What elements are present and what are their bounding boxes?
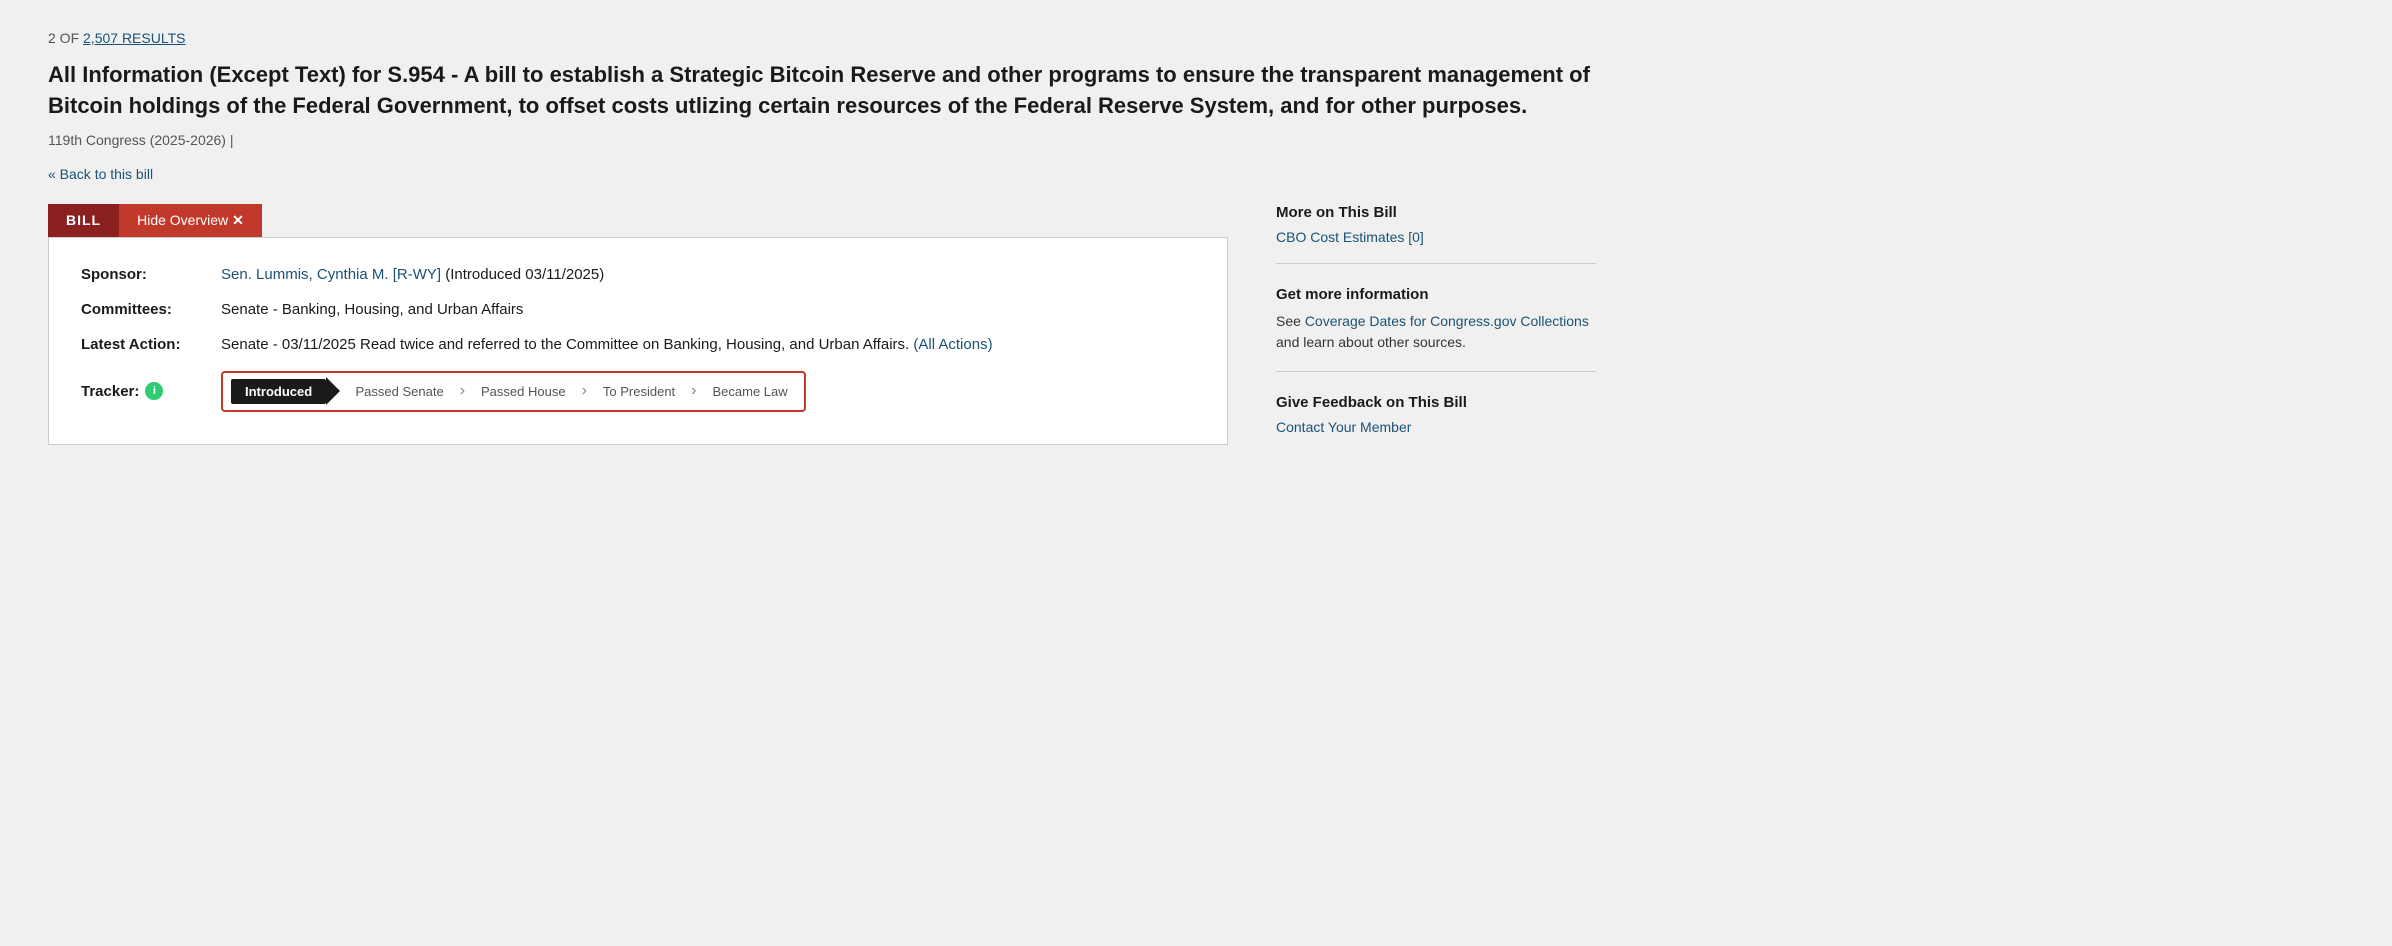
sponsor-introduced: (Introduced 03/11/2025) [441,266,604,283]
chevron-icon-3: › [582,382,587,400]
congress-label: 119th Congress (2025-2026) | [48,132,2344,148]
sidebar-section-get-more-info: Get more information See Coverage Dates … [1276,286,1596,372]
sidebar-section-feedback: Give Feedback on This Bill Contact Your … [1276,394,1596,453]
tracker-label: Tracker: i [81,382,221,400]
results-total-link[interactable]: 2,507 RESULTS [83,30,185,46]
results-count: 2 OF 2,507 RESULTS [48,30,2344,46]
all-actions-link[interactable]: (All Actions) [913,336,992,353]
sponsor-value: Sen. Lummis, Cynthia M. [R-WY] (Introduc… [221,266,1195,283]
page-wrapper: 2 OF 2,507 RESULTS All Information (Exce… [0,0,2392,946]
tracker-step-passed-senate: Passed Senate [348,380,452,403]
tracker-row: Tracker: i Introduced › Passed Senate › … [81,371,1195,412]
tracker-step-introduced-label: Introduced [245,384,312,399]
tracker-step-became-law: Became Law [705,380,796,403]
tab-row: BILL Hide Overview ✕ [48,204,1228,237]
sponsor-link[interactable]: Sen. Lummis, Cynthia M. [R-WY] [221,266,441,283]
give-feedback-title: Give Feedback on This Bill [1276,394,1596,411]
tracker-step-passed-house: Passed House [473,380,574,403]
get-more-info-text-after: and learn about other sources. [1276,334,1466,350]
latest-action-row: Latest Action: Senate - 03/11/2025 Read … [81,336,1195,353]
get-more-info-text: See Coverage Dates for Congress.gov Coll… [1276,311,1596,353]
main-content: BILL Hide Overview ✕ Sponsor: Sen. Lummi… [48,204,2344,475]
sponsor-row: Sponsor: Sen. Lummis, Cynthia M. [R-WY] … [81,266,1195,283]
tab-hide-overview-label: Hide Overview [137,212,228,228]
results-count-prefix: 2 OF [48,30,83,46]
get-more-info-title: Get more information [1276,286,1596,303]
bill-panel: BILL Hide Overview ✕ Sponsor: Sen. Lummi… [48,204,1228,445]
latest-action-text: Senate - 03/11/2025 Read twice and refer… [221,336,909,353]
tracker-step-introduced: Introduced [231,379,326,404]
more-on-bill-title: More on This Bill [1276,204,1596,221]
sponsor-label: Sponsor: [81,266,221,283]
tracker-step-to-president: To President [595,380,683,403]
overview-box: Sponsor: Sen. Lummis, Cynthia M. [R-WY] … [48,237,1228,445]
coverage-dates-link[interactable]: Coverage Dates for Congress.gov Collecti… [1305,313,1589,329]
back-to-bill-link[interactable]: « Back to this bill [48,166,2344,182]
committees-row: Committees: Senate - Banking, Housing, a… [81,301,1195,318]
committees-label: Committees: [81,301,221,318]
chevron-icon-2: › [460,382,465,400]
sidebar-section-more-on-bill: More on This Bill CBO Cost Estimates [0] [1276,204,1596,264]
tab-bill: BILL [48,204,119,237]
tracker-info-icon[interactable]: i [145,382,163,400]
tab-hide-overview-button[interactable]: Hide Overview ✕ [119,204,262,237]
latest-action-label: Latest Action: [81,336,221,353]
contact-your-member-link[interactable]: Contact Your Member [1276,419,1411,435]
cbo-cost-estimates-link[interactable]: CBO Cost Estimates [0] [1276,229,1424,245]
bill-title: All Information (Except Text) for S.954 … [48,60,1628,122]
committees-value: Senate - Banking, Housing, and Urban Aff… [221,301,1195,318]
sidebar: More on This Bill CBO Cost Estimates [0]… [1276,204,1596,475]
close-icon: ✕ [232,212,244,229]
chevron-icon-4: › [691,382,696,400]
latest-action-value: Senate - 03/11/2025 Read twice and refer… [221,336,1195,353]
tracker-steps-wrapper: Introduced › Passed Senate › Passed Hous… [221,371,806,412]
get-more-info-text-before: See [1276,313,1305,329]
